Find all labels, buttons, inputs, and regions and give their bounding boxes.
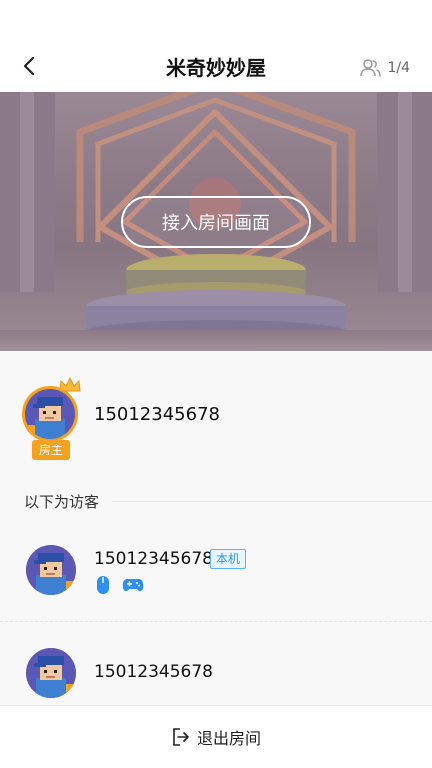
exit-room-button[interactable]: 退出房间 xyxy=(171,725,261,749)
row-divider xyxy=(0,621,432,622)
pixel-avatar-icon xyxy=(26,545,76,595)
nav-bar: 米奇妙妙屋 1/4 xyxy=(0,0,432,92)
self-device-tag: 本机 xyxy=(210,549,247,569)
pixel-avatar-icon xyxy=(25,389,75,439)
members-icon xyxy=(360,59,382,77)
guests-section-label: 以下为访客 xyxy=(24,493,100,511)
exit-icon xyxy=(173,728,189,746)
host-badge: 房主 xyxy=(32,440,70,460)
room-video-preview[interactable]: 接入房间画面 xyxy=(0,92,432,351)
connect-room-screen-button[interactable]: 接入房间画面 xyxy=(121,196,311,248)
pixel-avatar-icon xyxy=(26,648,76,698)
host-name: 15012345678 xyxy=(94,404,220,425)
guest-avatar xyxy=(26,648,76,698)
guest-row: 15012345678 本机 xyxy=(0,545,432,629)
section-divider xyxy=(112,501,432,502)
guest-avatar xyxy=(26,545,76,595)
mouse-icon[interactable] xyxy=(96,575,110,595)
host-avatar xyxy=(22,386,78,442)
gamepad-icon[interactable] xyxy=(122,577,144,593)
guest-name: 15012345678 xyxy=(94,549,213,569)
guest-name: 15012345678 xyxy=(94,662,213,682)
crown-icon xyxy=(59,376,81,392)
guest-controls xyxy=(96,575,144,595)
member-count-text: 1/4 xyxy=(387,60,410,76)
member-count[interactable]: 1/4 xyxy=(359,56,410,80)
host-row: 房主 15012345678 xyxy=(22,376,422,462)
footer-bar: 退出房间 xyxy=(0,705,432,768)
exit-room-label: 退出房间 xyxy=(196,729,261,748)
